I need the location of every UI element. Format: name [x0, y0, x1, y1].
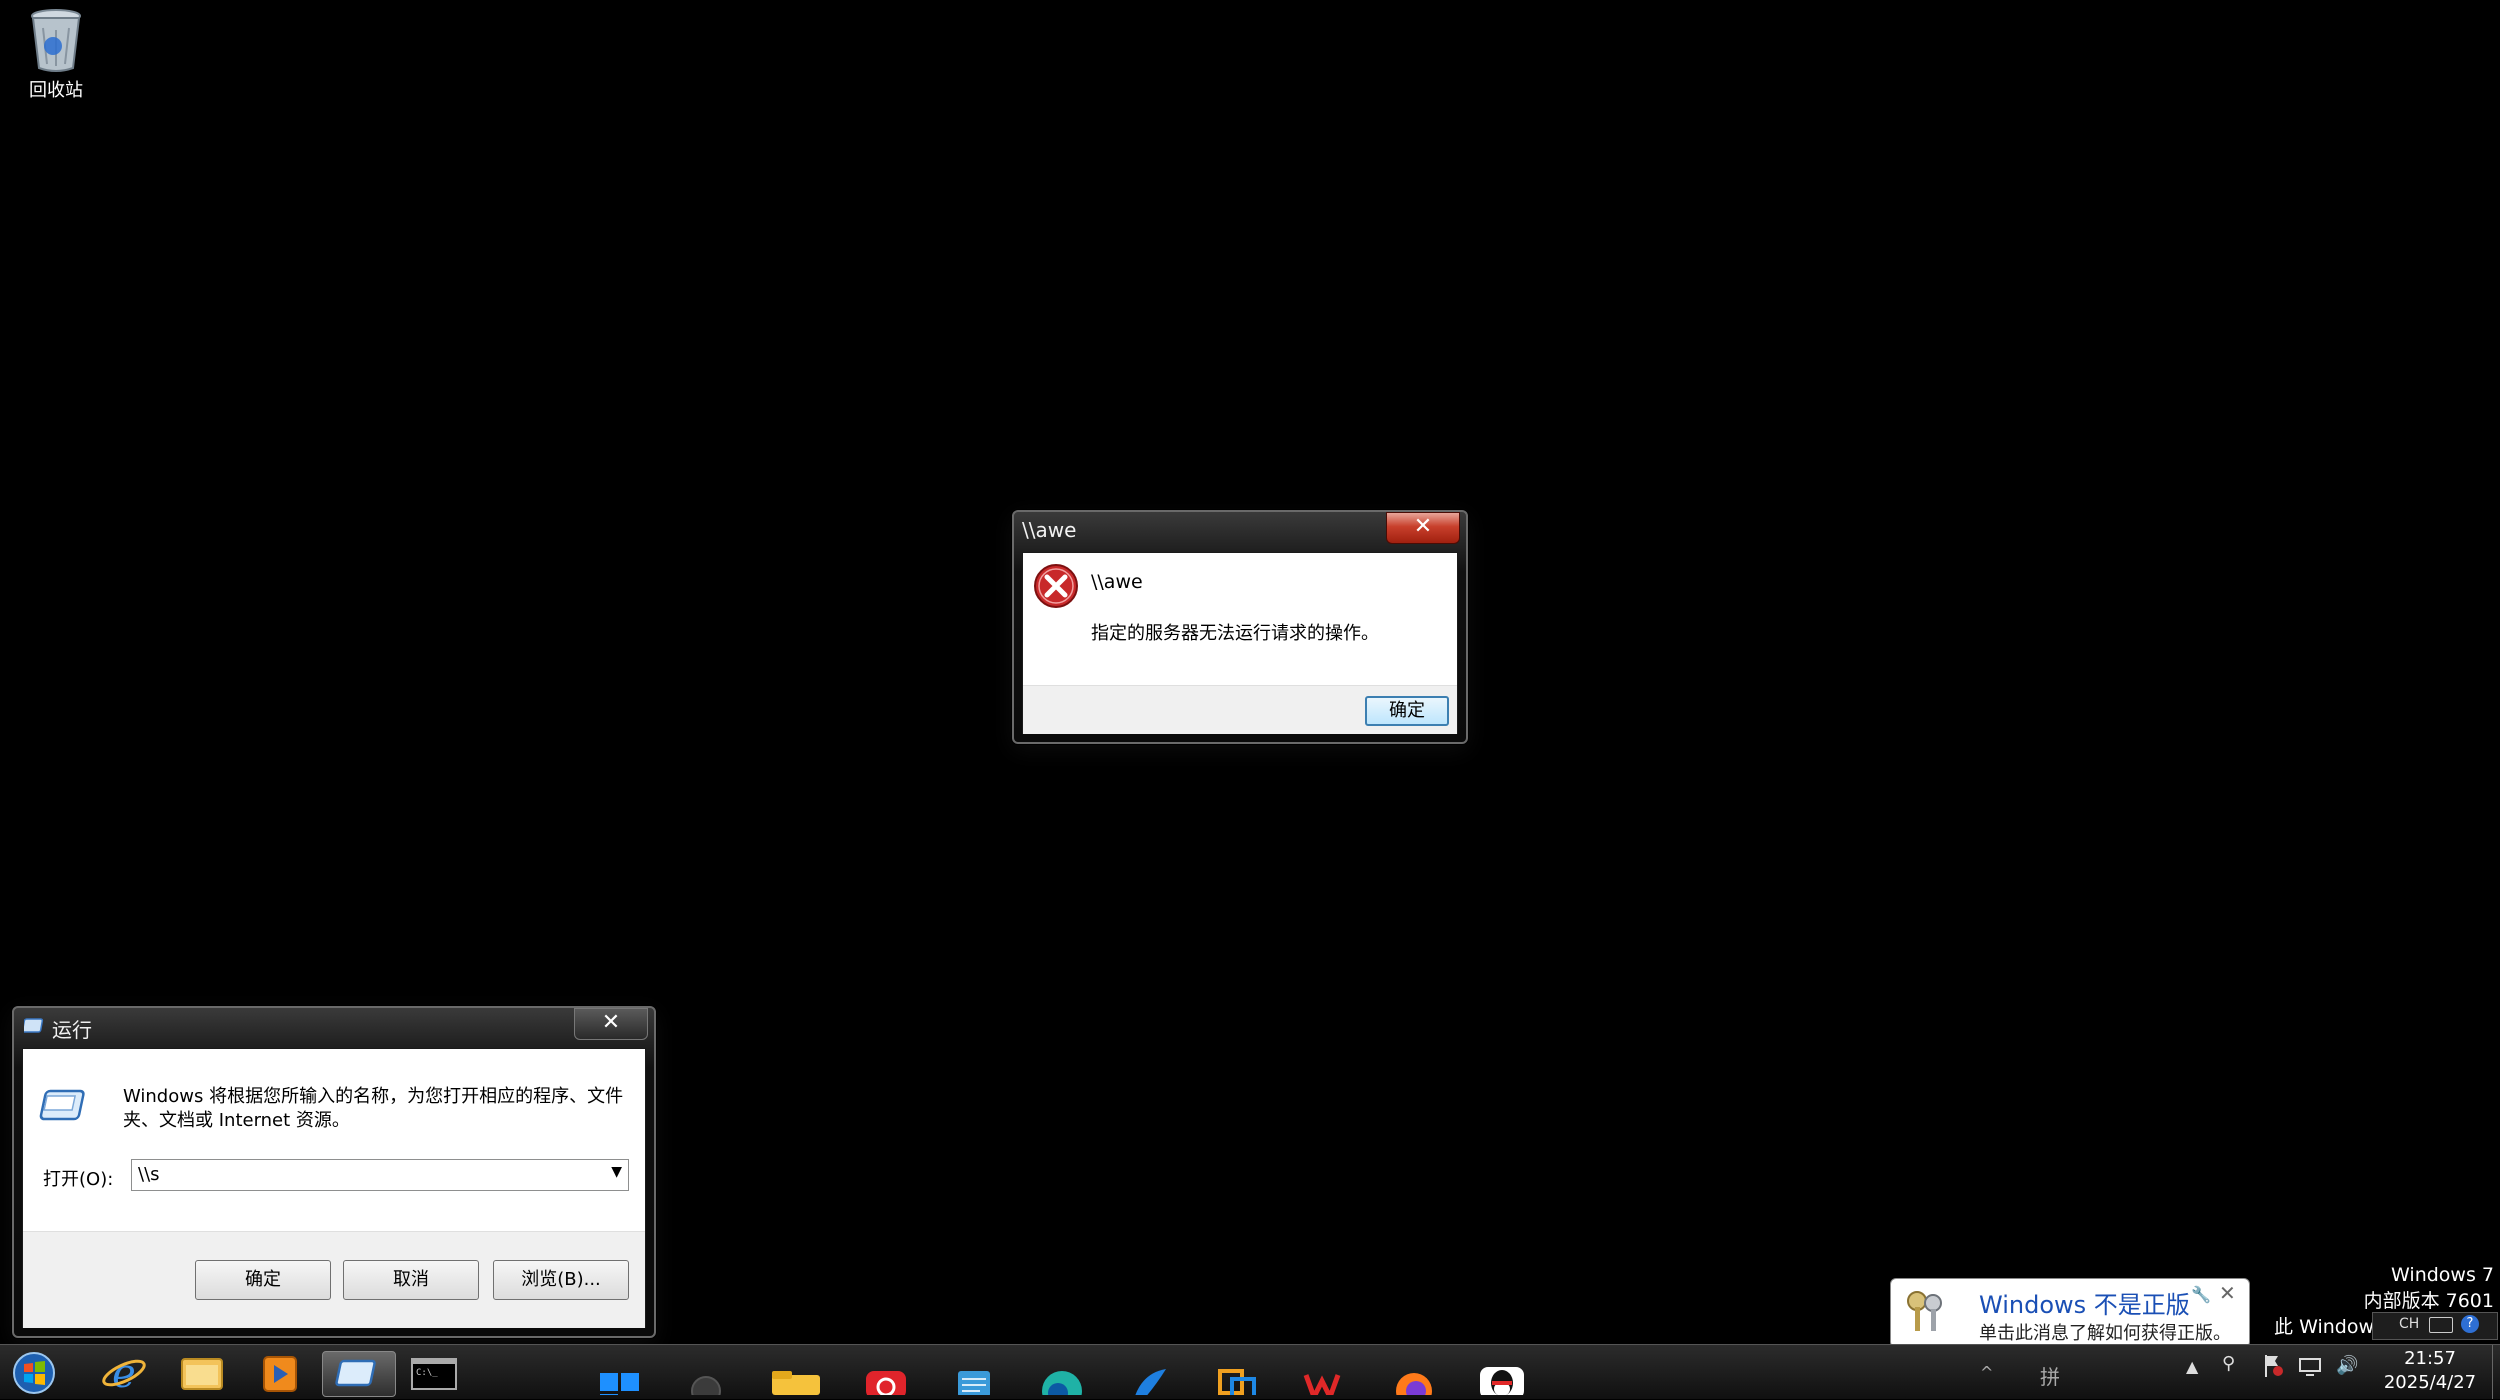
taskbar-ie[interactable]: e	[94, 1351, 154, 1397]
error-dialog: \\awe ✕ \\awe 指定的服务器无法运行请求的操作。 确定	[1012, 510, 1468, 744]
ime-language-label: CH	[2399, 1316, 2420, 1332]
balloon-title: Windows 不是正版	[1979, 1291, 2190, 1319]
help-icon[interactable]: ?	[2461, 1315, 2479, 1333]
recycle-bin-label: 回收站	[29, 80, 83, 101]
error-dialog-footer: 确定	[1023, 685, 1457, 734]
run-description-line-1: Windows 将根据您所输入的名称，为您打开相应的程序、文件	[123, 1086, 624, 1107]
run-dialog: 运行 ✕ Windows 将根据您所输入的名称，为您打开相应的程序、文件 夹、文…	[12, 1006, 656, 1338]
show-desktop-button[interactable]	[2492, 1345, 2500, 1399]
clock-date: 2025/4/27	[2383, 1372, 2477, 1393]
taskbar-edge[interactable]	[1032, 1351, 1092, 1400]
run-open-combobox[interactable]: \\s ▼	[131, 1159, 629, 1191]
qq-icon	[1480, 1367, 1524, 1399]
tray-clock[interactable]: 21:57 2025/4/27	[2372, 1347, 2488, 1395]
run-cancel-button[interactable]: 取消	[343, 1260, 479, 1300]
notepad-icon	[958, 1371, 990, 1397]
run-app-icon	[335, 1359, 376, 1387]
run-ok-button[interactable]: 确定	[195, 1260, 331, 1300]
chevron-down-icon[interactable]: ▼	[611, 1164, 622, 1180]
taskbar-vmware[interactable]	[1208, 1351, 1268, 1400]
usb-icon[interactable]: ⚲	[2222, 1353, 2238, 1379]
taskbar-firefox[interactable]	[1384, 1351, 1444, 1400]
folder-icon	[772, 1371, 820, 1395]
taskbar-wps[interactable]	[1296, 1351, 1356, 1400]
edge-icon	[1042, 1371, 1082, 1400]
run-description-line-2: 夹、文档或 Internet 资源。	[123, 1110, 350, 1131]
balloon-message: 单击此消息了解如何获得正版。	[1979, 1323, 2231, 1344]
internet-explorer-icon: e	[102, 1351, 146, 1397]
clock-time: 21:57	[2404, 1348, 2456, 1369]
genuine-notification-balloon[interactable]: Windows 不是正版 单击此消息了解如何获得正版。 🔧 ✕	[1890, 1278, 2250, 1348]
cmd-icon: C:\_	[411, 1358, 457, 1390]
taskbar-qq[interactable]	[1472, 1351, 1532, 1399]
taskbar-win11-start[interactable]	[590, 1351, 650, 1395]
taskbar-media-player[interactable]	[250, 1351, 310, 1395]
run-browse-button[interactable]: 浏览(B)...	[493, 1260, 629, 1300]
feather-app-icon	[1134, 1369, 1166, 1399]
watermark-line-1: Windows 7	[2391, 1264, 2494, 1286]
balloon-close-icon[interactable]: ✕	[2219, 1281, 2236, 1305]
wps-icon	[1303, 1374, 1341, 1400]
svg-text:e: e	[112, 1351, 136, 1395]
error-ok-button[interactable]: 确定	[1365, 696, 1449, 726]
run-dialog-footer: 确定 取消 浏览(B)...	[23, 1231, 645, 1328]
taskbar: e C:\_ ^ 拼 ▲ ⚲ 🔊 21:57 2025/4/27	[0, 1344, 2500, 1400]
error-message: 指定的服务器无法运行请求的操作。	[1091, 623, 1379, 644]
run-open-label: 打开(O):	[43, 1169, 114, 1190]
tray-ime-char[interactable]: 拼	[2040, 1361, 2060, 1390]
start-orb-icon	[13, 1352, 55, 1394]
run-dialog-close-button[interactable]: ✕	[574, 1008, 648, 1040]
error-dialog-title: \\awe	[1022, 518, 1077, 542]
volume-icon[interactable]: 🔊	[2336, 1355, 2358, 1376]
firefox-icon	[1396, 1373, 1432, 1400]
keys-icon	[1907, 1291, 1942, 1331]
media-player-icon	[263, 1356, 297, 1392]
taskbar-netease-music[interactable]	[856, 1351, 916, 1399]
svg-text:C:\_: C:\_	[416, 1368, 438, 1378]
recycle-bin[interactable]: 回收站	[18, 6, 94, 102]
taskbar-cmd[interactable]: C:\_	[404, 1351, 464, 1395]
taskbar-explorer[interactable]	[172, 1351, 232, 1395]
taskbar-notepad[interactable]	[944, 1351, 1004, 1397]
language-bar[interactable]: CH ?	[2372, 1312, 2498, 1340]
keyboard-icon[interactable]	[2429, 1317, 2453, 1333]
show-hidden-icons-icon[interactable]: ▲	[2186, 1357, 2198, 1376]
run-description: Windows 将根据您所输入的名称，为您打开相应的程序、文件 夹、文档或 In…	[123, 1085, 623, 1133]
start-button[interactable]	[8, 1351, 68, 1395]
taskbar-search[interactable]	[676, 1351, 736, 1400]
taskbar-feather-app[interactable]	[1120, 1351, 1180, 1399]
error-heading: \\awe	[1091, 571, 1143, 593]
vmware-icon	[1218, 1369, 1256, 1400]
file-explorer-icon	[181, 1358, 223, 1390]
watermark-line-2: 内部版本 7601	[2363, 1290, 2494, 1312]
error-dialog-client: \\awe 指定的服务器无法运行请求的操作。 确定	[1022, 552, 1458, 734]
run-dialog-title: 运行	[52, 1018, 92, 1042]
error-icon	[1034, 564, 1078, 608]
network-icon[interactable]	[2298, 1353, 2322, 1379]
taskbar-folder[interactable]	[766, 1351, 826, 1395]
search-circle-icon	[691, 1376, 721, 1400]
taskbar-run[interactable]	[322, 1351, 396, 1397]
run-program-icon	[39, 1089, 85, 1121]
action-center-flag-icon[interactable]	[2262, 1353, 2284, 1379]
netease-music-icon	[866, 1371, 906, 1399]
run-title-icon	[24, 1018, 44, 1033]
recycle-bin-icon	[31, 9, 81, 72]
error-dialog-close-button[interactable]: ✕	[1386, 512, 1460, 544]
run-open-input[interactable]: \\s	[138, 1164, 160, 1185]
wrench-icon[interactable]: 🔧	[2191, 1285, 2211, 1304]
tray-expand-icon[interactable]: ^	[1980, 1363, 1993, 1382]
run-dialog-client: Windows 将根据您所输入的名称，为您打开相应的程序、文件 夹、文档或 In…	[22, 1048, 646, 1328]
windows11-start-icon	[600, 1373, 639, 1395]
